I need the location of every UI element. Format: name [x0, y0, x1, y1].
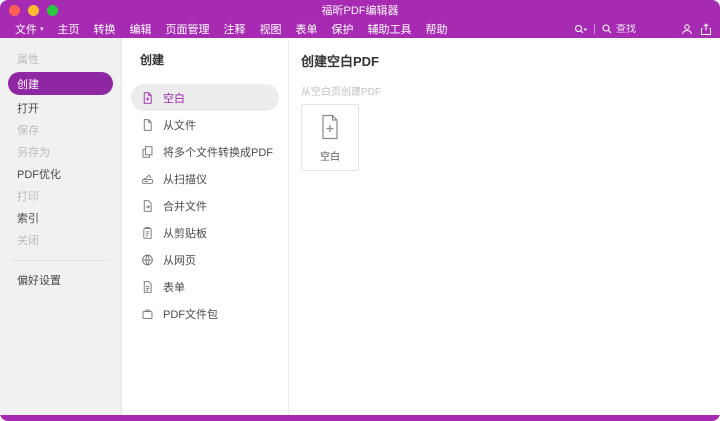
create-option-pdf-portfolio[interactable]: PDF文件包: [131, 300, 279, 327]
create-option-combine-files[interactable]: 合并文件: [131, 192, 279, 219]
close-window-button[interactable]: [9, 4, 20, 16]
search-input[interactable]: [616, 23, 674, 35]
sidebar-item-index[interactable]: 索引: [0, 207, 121, 229]
menu-comment[interactable]: 注释: [217, 21, 253, 37]
window-body: 属性 创建 打开 保存 另存为 PDF优化 打印 索引 关闭 偏好设置 创建 空…: [0, 38, 720, 415]
bottom-bar: [0, 415, 720, 421]
titlebar: 福昕PDF编辑器: [0, 0, 720, 20]
chevron-down-icon: ▾: [40, 25, 44, 33]
menu-file[interactable]: 文件 ▾: [8, 21, 51, 37]
create-option-blank[interactable]: 空白: [131, 84, 279, 111]
create-option-from-clipboard[interactable]: 从剪贴板: [131, 219, 279, 246]
menu-edit[interactable]: 编辑: [123, 21, 159, 37]
search-icon: [602, 24, 612, 34]
web-globe-icon: [142, 254, 153, 265]
create-blank-pdf-panel: 创建空白PDF 从空白页创建PDF 空白: [289, 38, 720, 415]
sidebar-item-save-as[interactable]: 另存为: [0, 141, 121, 163]
menu-file-label: 文件: [15, 24, 37, 36]
sidebar-divider: [12, 260, 109, 261]
create-option-from-file[interactable]: 从文件: [131, 111, 279, 138]
sidebar-item-pdf-optimize[interactable]: PDF优化: [0, 163, 121, 185]
menubar-right-tools: [574, 20, 712, 38]
minimize-window-button[interactable]: [28, 4, 39, 16]
combine-files-icon: [143, 199, 152, 212]
new-document-icon: [322, 114, 338, 140]
menu-view[interactable]: 视图: [253, 21, 289, 37]
blank-pdf-card[interactable]: 空白: [301, 104, 359, 171]
menu-page-organize[interactable]: 页面管理: [159, 21, 217, 37]
app-window: 福昕PDF编辑器 文件 ▾ 主页 转换 编辑 页面管理 注释 视图 表单 保护 …: [0, 0, 720, 421]
blank-pdf-card-label: 空白: [320, 152, 340, 163]
create-options-list: 空白 从文件 将多个文件转换成PDF 从扫描仪 合并文件 从剪贴板 从网页 表单…: [122, 84, 288, 327]
form-icon: [143, 280, 152, 293]
create-option-form[interactable]: 表单: [131, 273, 279, 300]
sidebar-item-close[interactable]: 关闭: [0, 229, 121, 251]
menu-form[interactable]: 表单: [289, 21, 325, 37]
create-panel-title: 创建: [140, 53, 165, 67]
sidebar-item-create[interactable]: 创建: [8, 72, 113, 95]
menu-protect[interactable]: 保护: [325, 21, 361, 37]
clipboard-icon: [143, 226, 152, 239]
sidebar-item-open[interactable]: 打开: [0, 97, 121, 119]
menu-convert[interactable]: 转换: [87, 21, 123, 37]
scanner-icon: [142, 173, 153, 184]
menu-accessibility[interactable]: 辅助工具: [361, 21, 419, 37]
create-option-from-scanner[interactable]: 从扫描仪: [131, 165, 279, 192]
sidebar-item-preferences[interactable]: 偏好设置: [0, 269, 121, 291]
portfolio-icon: [142, 309, 153, 319]
traffic-lights: [9, 4, 58, 16]
share-icon[interactable]: [700, 23, 712, 35]
zoom-window-button[interactable]: [47, 4, 58, 16]
window-title: 福昕PDF编辑器: [321, 5, 399, 17]
sidebar-item-save[interactable]: 保存: [0, 119, 121, 141]
content-subtitle: 从空白页创建PDF: [301, 87, 381, 98]
sidebar-item-print[interactable]: 打印: [0, 185, 121, 207]
create-option-from-web-page[interactable]: 从网页: [131, 246, 279, 273]
blank-document-icon: [143, 91, 152, 104]
content-title: 创建空白PDF: [301, 54, 380, 69]
create-options-panel: 创建 空白 从文件 将多个文件转换成PDF 从扫描仪 合并文件 从剪贴板 从网页…: [122, 38, 289, 415]
file-icon: [143, 118, 152, 131]
create-option-multiple-files[interactable]: 将多个文件转换成PDF: [131, 138, 279, 165]
account-icon[interactable]: [681, 23, 693, 35]
menu-home[interactable]: 主页: [51, 21, 87, 37]
sidebar-item-properties[interactable]: 属性: [0, 48, 121, 70]
menu-help[interactable]: 帮助: [419, 21, 455, 37]
menubar: 文件 ▾ 主页 转换 编辑 页面管理 注释 视图 表单 保护 辅助工具 帮助: [0, 20, 720, 38]
multiple-files-icon: [142, 145, 153, 158]
file-menu-sidebar: 属性 创建 打开 保存 另存为 PDF优化 打印 索引 关闭 偏好设置: [0, 38, 122, 415]
search-dropdown-icon[interactable]: [574, 24, 587, 35]
find-search-box[interactable]: [602, 23, 674, 35]
toolbar-divider: [594, 24, 595, 34]
